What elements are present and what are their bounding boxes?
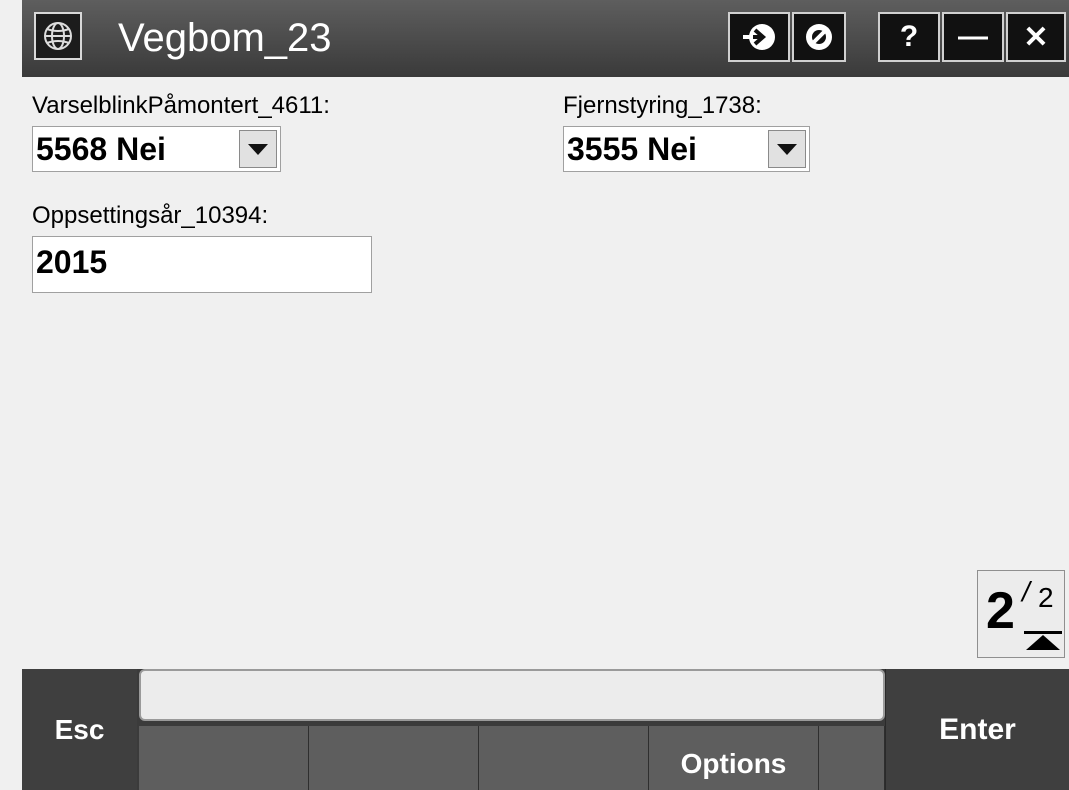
title-bar: Vegbom_23 ? — ✕ <box>22 0 1069 77</box>
varselblink-select[interactable]: 5568 Nei <box>32 126 281 172</box>
page-current: 2 <box>986 582 1015 640</box>
cancel-circle-icon <box>806 24 832 50</box>
page-total: 2 <box>1038 582 1054 613</box>
dropdown-arrow-icon[interactable] <box>768 130 806 168</box>
oppsettingsar-value: 2015 <box>36 244 108 280</box>
status-field <box>139 669 885 721</box>
page-slash: / <box>1022 576 1030 607</box>
softkey-5[interactable] <box>819 726 885 790</box>
varselblink-value: 5568 Nei <box>36 131 166 167</box>
send-arrow-icon <box>743 24 775 50</box>
page-up-icon <box>1024 631 1062 650</box>
minimize-button[interactable]: — <box>942 12 1004 62</box>
close-button[interactable]: ✕ <box>1006 12 1066 62</box>
cancel-button[interactable] <box>792 12 846 62</box>
field-label-oppsettingsar: Oppsettingsår_10394: <box>32 202 269 229</box>
help-button[interactable]: ? <box>878 12 940 62</box>
softkey-1[interactable] <box>139 726 309 790</box>
bottom-bar: Esc Options Enter <box>22 669 1069 790</box>
field-label-varselblink: VarselblinkPåmontert_4611: <box>32 92 330 119</box>
dropdown-arrow-icon[interactable] <box>239 130 277 168</box>
esc-button[interactable]: Esc <box>22 669 137 790</box>
window-title: Vegbom_23 <box>118 16 332 60</box>
fjernstyring-value: 3555 Nei <box>567 131 697 167</box>
options-button[interactable]: Options <box>649 726 819 790</box>
enter-button[interactable]: Enter <box>885 669 1069 790</box>
softkey-3[interactable] <box>479 726 649 790</box>
oppsettingsar-input[interactable]: 2015 <box>32 236 372 293</box>
app-globe-icon[interactable] <box>34 12 82 60</box>
page-indicator-button[interactable]: 2 / 2 <box>977 570 1065 658</box>
softkey-2[interactable] <box>309 726 479 790</box>
fjernstyring-select[interactable]: 3555 Nei <box>563 126 810 172</box>
field-label-fjernstyring: Fjernstyring_1738: <box>563 92 762 119</box>
send-arrow-button[interactable] <box>728 12 790 62</box>
